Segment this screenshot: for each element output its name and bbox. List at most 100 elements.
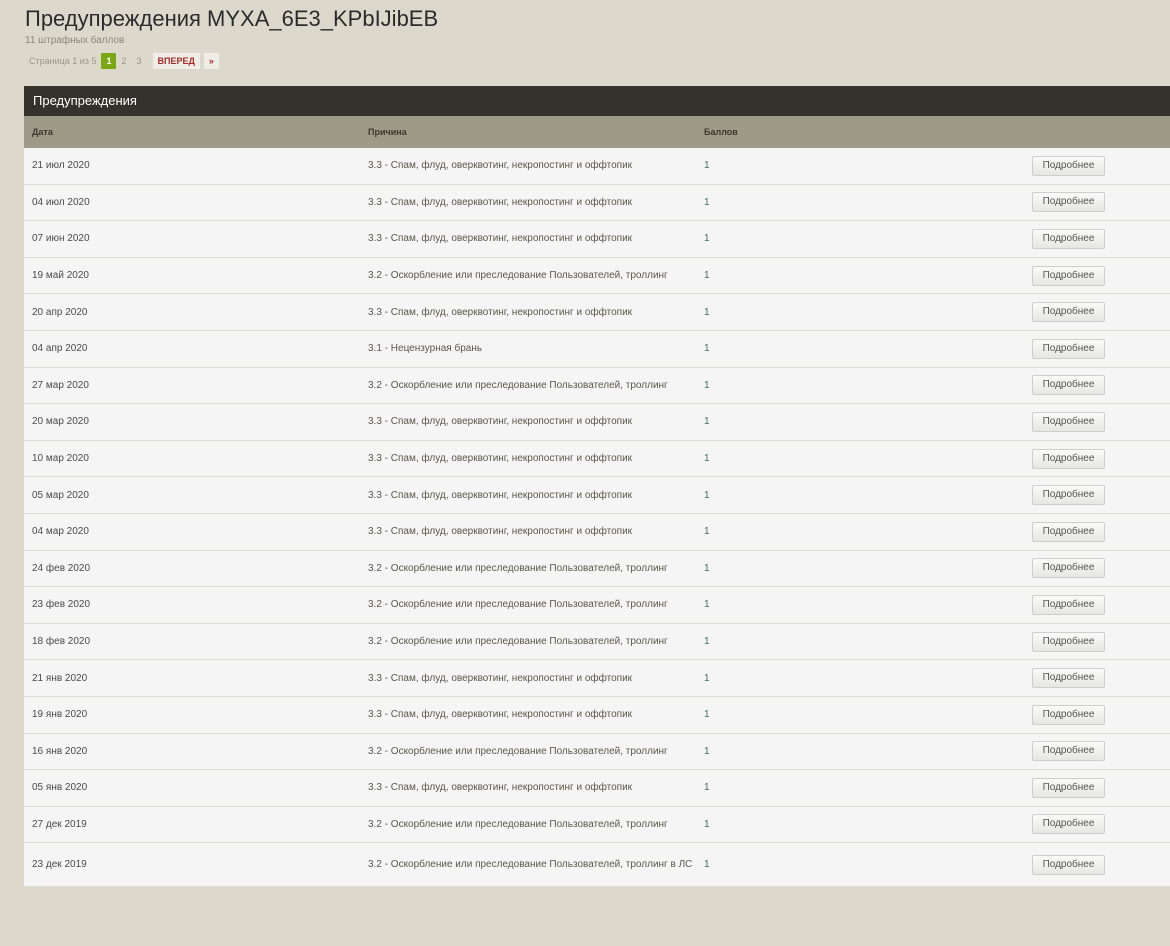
table-row: 19 май 2020 3.2 - Оскорбление или преслед… xyxy=(24,257,1170,295)
details-button[interactable]: Подробнее xyxy=(1032,265,1105,286)
warning-date: 24 фев 2020 xyxy=(32,562,91,574)
warning-points: 1 xyxy=(704,672,710,684)
details-button[interactable]: Подробнее xyxy=(1032,854,1105,875)
details-button[interactable]: Подробнее xyxy=(1032,741,1105,762)
warning-points: 1 xyxy=(704,636,710,648)
table-row: 18 фев 2020 3.2 - Оскорбление или преслед… xyxy=(24,623,1170,661)
page-3-link[interactable]: 3 xyxy=(132,53,147,69)
details-button[interactable]: Подробнее xyxy=(1032,411,1105,432)
warning-points: 1 xyxy=(704,453,710,465)
details-button[interactable]: Подробнее xyxy=(1032,704,1105,725)
details-button[interactable]: Подробнее xyxy=(1032,338,1105,359)
table-row: 24 фев 2020 3.2 - Оскорбление или преслед… xyxy=(24,550,1170,588)
warning-points: 1 xyxy=(704,160,710,172)
panel-title: Предупреждения xyxy=(24,86,1170,116)
warning-points: 1 xyxy=(704,343,710,355)
warning-date: 19 янв 2020 xyxy=(32,709,88,721)
warning-date: 23 дек 2019 xyxy=(32,859,87,871)
details-button[interactable]: Подробнее xyxy=(1032,485,1105,506)
warning-points: 1 xyxy=(704,379,710,391)
table-row: 04 июл 2020 3.3 - Спам, флуд, оверквотинг… xyxy=(24,184,1170,222)
warning-reason: 3.2 - Оскорбление или преследование Поль… xyxy=(368,859,693,871)
warning-date: 23 фев 2020 xyxy=(32,599,91,611)
details-button[interactable]: Подробнее xyxy=(1032,302,1105,323)
page-1-link[interactable]: 1 xyxy=(101,53,117,69)
warning-reason: 3.3 - Спам, флуд, оверквотинг, некропост… xyxy=(368,160,633,172)
warning-date: 04 мар 2020 xyxy=(32,526,89,538)
details-button[interactable]: Подробнее xyxy=(1032,521,1105,542)
warning-reason: 3.2 - Оскорбление или преследование Поль… xyxy=(368,818,668,830)
warning-reason: 3.3 - Спам, флуд, оверквотинг, некропост… xyxy=(368,672,633,684)
warning-date: 21 июл 2020 xyxy=(32,160,90,172)
warning-reason: 3.3 - Спам, флуд, оверквотинг, некропост… xyxy=(368,489,633,501)
warning-points: 1 xyxy=(704,270,710,282)
warning-points: 1 xyxy=(704,562,710,574)
table-row: 23 дек 2019 3.2 - Оскорбление или преслед… xyxy=(24,843,1170,888)
warning-points: 1 xyxy=(704,416,710,428)
warning-date: 27 мар 2020 xyxy=(32,379,89,391)
table-row: 05 мар 2020 3.3 - Спам, флуд, оверквотинг… xyxy=(24,477,1170,514)
table-row: 27 мар 2020 3.2 - Оскорбление или преслед… xyxy=(24,367,1170,405)
warning-reason: 3.2 - Оскорбление или преследование Поль… xyxy=(368,599,668,611)
details-button[interactable]: Подробнее xyxy=(1032,558,1105,579)
warning-reason: 3.3 - Спам, флуд, оверквотинг, некропост… xyxy=(368,233,633,245)
warning-date: 10 мар 2020 xyxy=(32,453,89,465)
warning-reason: 3.2 - Оскорбление или преследование Поль… xyxy=(368,745,668,757)
warning-date: 16 янв 2020 xyxy=(32,745,88,757)
details-button[interactable]: Подробнее xyxy=(1032,448,1105,469)
details-button[interactable]: Подробнее xyxy=(1032,594,1105,615)
table-row: 04 апр 2020 3.1 - Нецензурная брань 1 Подро… xyxy=(24,330,1170,368)
pagination: Страница 1 из 5 1 2 3 ВПЕРЕД » xyxy=(29,53,219,69)
details-button[interactable]: Подробнее xyxy=(1032,228,1105,249)
warning-reason: 3.3 - Спам, флуд, оверквотинг, некропост… xyxy=(368,453,633,465)
table-row: 20 апр 2020 3.3 - Спам, флуд, оверквотинг… xyxy=(24,294,1170,331)
last-page-button[interactable]: » xyxy=(203,53,219,69)
details-button[interactable]: Подробнее xyxy=(1032,192,1105,213)
details-button[interactable]: Подробнее xyxy=(1032,375,1105,396)
warning-points: 1 xyxy=(704,196,710,208)
details-button[interactable]: Подробнее xyxy=(1032,777,1105,798)
table-row: 07 июн 2020 3.3 - Спам, флуд, оверквотинг… xyxy=(24,221,1170,258)
details-button[interactable]: Подробнее xyxy=(1032,155,1105,176)
warning-reason: 3.3 - Спам, флуд, оверквотинг, некропост… xyxy=(368,782,633,794)
warning-date: 20 апр 2020 xyxy=(32,306,88,318)
warning-date: 19 май 2020 xyxy=(32,270,89,282)
details-button[interactable]: Подробнее xyxy=(1032,668,1105,689)
table-row: 05 янв 2020 3.3 - Спам, флуд, оверквотинг… xyxy=(24,770,1170,807)
warning-reason: 3.3 - Спам, флуд, оверквотинг, некропост… xyxy=(368,196,633,208)
warning-points: 1 xyxy=(704,818,710,830)
warning-points: 1 xyxy=(704,709,710,721)
warning-points: 1 xyxy=(704,599,710,611)
column-reason: Причина xyxy=(368,127,407,137)
next-page-button[interactable]: ВПЕРЕД xyxy=(152,53,200,69)
warning-reason: 3.2 - Оскорбление или преследование Поль… xyxy=(368,636,668,648)
warning-date: 07 июн 2020 xyxy=(32,233,90,245)
warning-date: 18 фев 2020 xyxy=(32,636,91,648)
warnings-panel: Предупреждения Дата Причина Баллов 21 ию… xyxy=(24,86,1170,888)
table-row: 21 июл 2020 3.3 - Спам, флуд, оверквотинг… xyxy=(24,148,1170,185)
warning-points: 1 xyxy=(704,745,710,757)
table-row: 10 мар 2020 3.3 - Спам, флуд, оверквотинг… xyxy=(24,440,1170,478)
column-points: Баллов xyxy=(704,127,738,137)
warning-points: 1 xyxy=(704,489,710,501)
column-date: Дата xyxy=(32,127,53,137)
table-header: Дата Причина Баллов xyxy=(24,116,1170,148)
details-button[interactable]: Подробнее xyxy=(1032,631,1105,652)
warning-reason: 3.3 - Спам, флуд, оверквотинг, некропост… xyxy=(368,416,633,428)
warning-date: 05 мар 2020 xyxy=(32,489,89,501)
warning-date: 21 янв 2020 xyxy=(32,672,88,684)
details-button[interactable]: Подробнее xyxy=(1032,814,1105,835)
warning-points: 1 xyxy=(704,859,710,871)
warnings-table-body: 21 июл 2020 3.3 - Спам, флуд, оверквотинг… xyxy=(24,148,1170,888)
penalty-points-summary: 11 штрафных баллов xyxy=(25,35,125,46)
warning-date: 04 июл 2020 xyxy=(32,196,90,208)
warning-points: 1 xyxy=(704,233,710,245)
table-row: 27 дек 2019 3.2 - Оскорбление или преслед… xyxy=(24,806,1170,844)
table-row: 20 мар 2020 3.3 - Спам, флуд, оверквотинг… xyxy=(24,404,1170,441)
page-indicator: Страница 1 из 5 xyxy=(29,56,97,66)
page-2-link[interactable]: 2 xyxy=(116,53,131,69)
warning-reason: 3.1 - Нецензурная брань xyxy=(368,343,483,355)
warning-date: 04 апр 2020 xyxy=(32,343,88,355)
warning-date: 27 дек 2019 xyxy=(32,818,87,830)
warning-reason: 3.3 - Спам, флуд, оверквотинг, некропост… xyxy=(368,306,633,318)
